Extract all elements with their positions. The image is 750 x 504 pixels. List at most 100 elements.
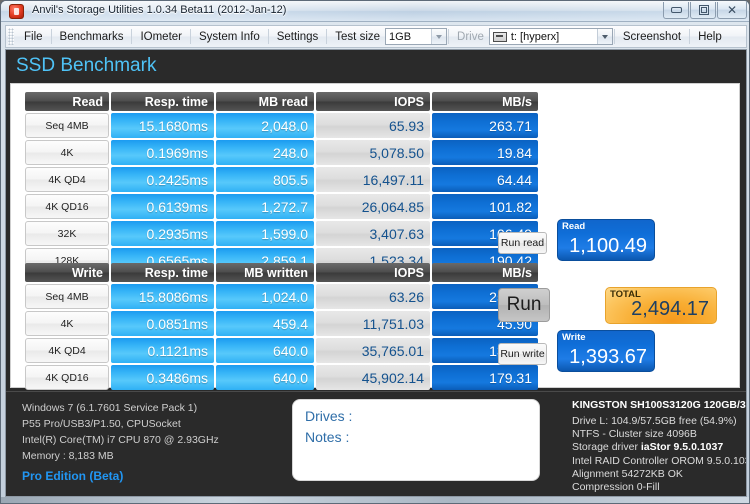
write-score-value: 1,393.67 bbox=[569, 346, 647, 368]
write-header-label: Write bbox=[25, 263, 109, 282]
menu-item-benchmarks[interactable]: Benchmarks bbox=[53, 28, 131, 46]
write-resp-cell: 15.8086ms bbox=[111, 284, 214, 309]
read-resp-cell: 0.6139ms bbox=[111, 194, 214, 219]
drive-label: Drive bbox=[457, 30, 484, 43]
table-row: Seq 4MB 15.8086ms 1,024.0 63.26 253.03 bbox=[25, 284, 538, 309]
menu-item-settings[interactable]: Settings bbox=[270, 28, 326, 46]
menu-separator bbox=[448, 29, 450, 44]
app-icon bbox=[9, 4, 24, 19]
application-window: Anvil's Storage Utilities 1.0.34 Beta11 … bbox=[0, 0, 750, 504]
read-header-resp: Resp. time bbox=[111, 92, 214, 111]
drive-icon bbox=[492, 31, 507, 42]
write-resp-cell: 0.1121ms bbox=[111, 338, 214, 363]
table-row: 4K QD16 0.3486ms 640.0 45,902.14 179.31 bbox=[25, 365, 538, 390]
write-header-mb: MB written bbox=[216, 263, 314, 282]
read-resp-cell: 0.2425ms bbox=[111, 167, 214, 192]
test-size-select[interactable]: 1GB bbox=[385, 28, 448, 45]
drive-value: t: [hyperx] bbox=[510, 30, 560, 43]
chevron-down-icon[interactable] bbox=[596, 29, 612, 44]
menu-item-help[interactable]: Help bbox=[691, 28, 729, 46]
read-resp-cell: 0.1969ms bbox=[111, 140, 214, 165]
read-iops-cell: 5,078.50 bbox=[316, 140, 430, 165]
read-mb-cell: 805.5 bbox=[216, 167, 314, 192]
read-iops-cell: 3,407.63 bbox=[316, 221, 430, 246]
read-row-label[interactable]: 4K QD16 bbox=[25, 194, 109, 219]
write-mb-cell: 640.0 bbox=[216, 365, 314, 390]
window-controls: ✕ bbox=[662, 2, 747, 19]
close-button[interactable]: ✕ bbox=[717, 2, 747, 19]
write-row-label[interactable]: 4K QD4 bbox=[25, 338, 109, 363]
read-mbs-cell: 64.44 bbox=[432, 167, 538, 192]
table-row: 4K 0.0851ms 459.4 11,751.03 45.90 bbox=[25, 311, 538, 336]
read-score-box: Read 1,100.49 bbox=[557, 219, 655, 261]
menu-bar: File Benchmarks IOmeter System Info Sett… bbox=[5, 25, 747, 48]
drives-label: Drives : bbox=[305, 408, 353, 424]
read-mbs-cell: 19.84 bbox=[432, 140, 538, 165]
test-size-label: Test size bbox=[335, 30, 381, 43]
table-row: 4K 0.1969ms 248.0 5,078.50 19.84 bbox=[25, 140, 538, 165]
write-mbs-cell: 179.31 bbox=[432, 365, 538, 390]
read-row-label[interactable]: 32K bbox=[25, 221, 109, 246]
system-info-line-4: Memory : 8,183 MB bbox=[22, 450, 114, 462]
menu-separator bbox=[267, 29, 269, 44]
read-row-label[interactable]: 4K QD4 bbox=[25, 167, 109, 192]
menu-item-iometer[interactable]: IOmeter bbox=[133, 28, 189, 46]
menu-separator bbox=[131, 29, 133, 44]
menu-separator bbox=[50, 29, 52, 44]
read-row-label[interactable]: 4K bbox=[25, 140, 109, 165]
menu-item-system-info[interactable]: System Info bbox=[192, 28, 267, 46]
minimize-button[interactable] bbox=[663, 2, 689, 19]
run-write-button[interactable]: Run write bbox=[498, 343, 547, 365]
notes-label: Notes : bbox=[305, 429, 350, 445]
write-row-label[interactable]: Seq 4MB bbox=[25, 284, 109, 309]
read-mbs-cell: 263.71 bbox=[432, 113, 538, 138]
write-score-box: Write 1,393.67 bbox=[557, 330, 655, 372]
table-row: Seq 4MB 15.1680ms 2,048.0 65.93 263.71 bbox=[25, 113, 538, 138]
write-header-resp: Resp. time bbox=[111, 263, 214, 282]
raid-controller-line: Intel RAID Controller OROM 9.5.0.1037 bbox=[572, 455, 747, 467]
write-mb-cell: 459.4 bbox=[216, 311, 314, 336]
write-iops-cell: 45,902.14 bbox=[316, 365, 430, 390]
menu-item-file[interactable]: File bbox=[17, 28, 50, 46]
table-row: 4K QD4 0.1121ms 640.0 35,765.01 139.71 bbox=[25, 338, 538, 363]
write-score-label: Write bbox=[562, 332, 586, 343]
drive-filesystem-line: NTFS - Cluster size 4096B bbox=[572, 428, 697, 440]
divider bbox=[6, 391, 746, 392]
drive-model-title: KINGSTON SH100S3120G 120GB/332A bbox=[572, 399, 747, 411]
write-row-label[interactable]: 4K bbox=[25, 311, 109, 336]
total-score-value: 2,494.17 bbox=[631, 298, 709, 320]
read-resp-cell: 15.1680ms bbox=[111, 113, 214, 138]
write-row-label[interactable]: 4K QD16 bbox=[25, 365, 109, 390]
drive-select[interactable]: t: [hyperx] bbox=[488, 28, 613, 45]
system-info-line-2: P55 Pro/USB3/P1.50, CPUSocket bbox=[22, 418, 181, 430]
notes-box[interactable]: Drives : Notes : bbox=[292, 399, 540, 481]
write-iops-cell: 63.26 bbox=[316, 284, 430, 309]
write-header-iops: IOPS bbox=[316, 263, 430, 282]
read-results-table: Read Resp. time MB read IOPS MB/s Seq 4M… bbox=[23, 90, 540, 275]
read-mb-cell: 1,599.0 bbox=[216, 221, 314, 246]
pro-edition-label: Pro Edition (Beta) bbox=[22, 469, 124, 483]
read-resp-cell: 0.2935ms bbox=[111, 221, 214, 246]
title-bar: Anvil's Storage Utilities 1.0.34 Beta11 … bbox=[1, 1, 749, 22]
storage-driver-line: Storage driver iaStor 9.5.0.1037 bbox=[572, 441, 723, 453]
read-mb-cell: 248.0 bbox=[216, 140, 314, 165]
read-header-label: Read bbox=[25, 92, 109, 111]
read-mb-cell: 1,272.7 bbox=[216, 194, 314, 219]
menu-separator bbox=[613, 29, 615, 44]
read-iops-cell: 65.93 bbox=[316, 113, 430, 138]
read-row-label[interactable]: Seq 4MB bbox=[25, 113, 109, 138]
menu-separator bbox=[190, 29, 191, 44]
maximize-button[interactable] bbox=[690, 2, 716, 19]
toolbar-grip-icon[interactable] bbox=[8, 28, 14, 45]
run-read-button[interactable]: Run read bbox=[498, 232, 547, 254]
write-iops-cell: 35,765.01 bbox=[316, 338, 430, 363]
page-title: SSD Benchmark bbox=[16, 55, 157, 76]
window-bottom-edge bbox=[1, 497, 749, 503]
write-mb-cell: 640.0 bbox=[216, 338, 314, 363]
alignment-line: Alignment 54272KB OK bbox=[572, 468, 683, 480]
menu-item-screenshot[interactable]: Screenshot bbox=[616, 28, 688, 46]
menu-separator bbox=[689, 29, 691, 44]
chevron-down-icon[interactable] bbox=[431, 29, 447, 44]
run-button[interactable]: Run bbox=[498, 288, 550, 322]
compression-line: Compression 0-Fill bbox=[572, 481, 660, 493]
